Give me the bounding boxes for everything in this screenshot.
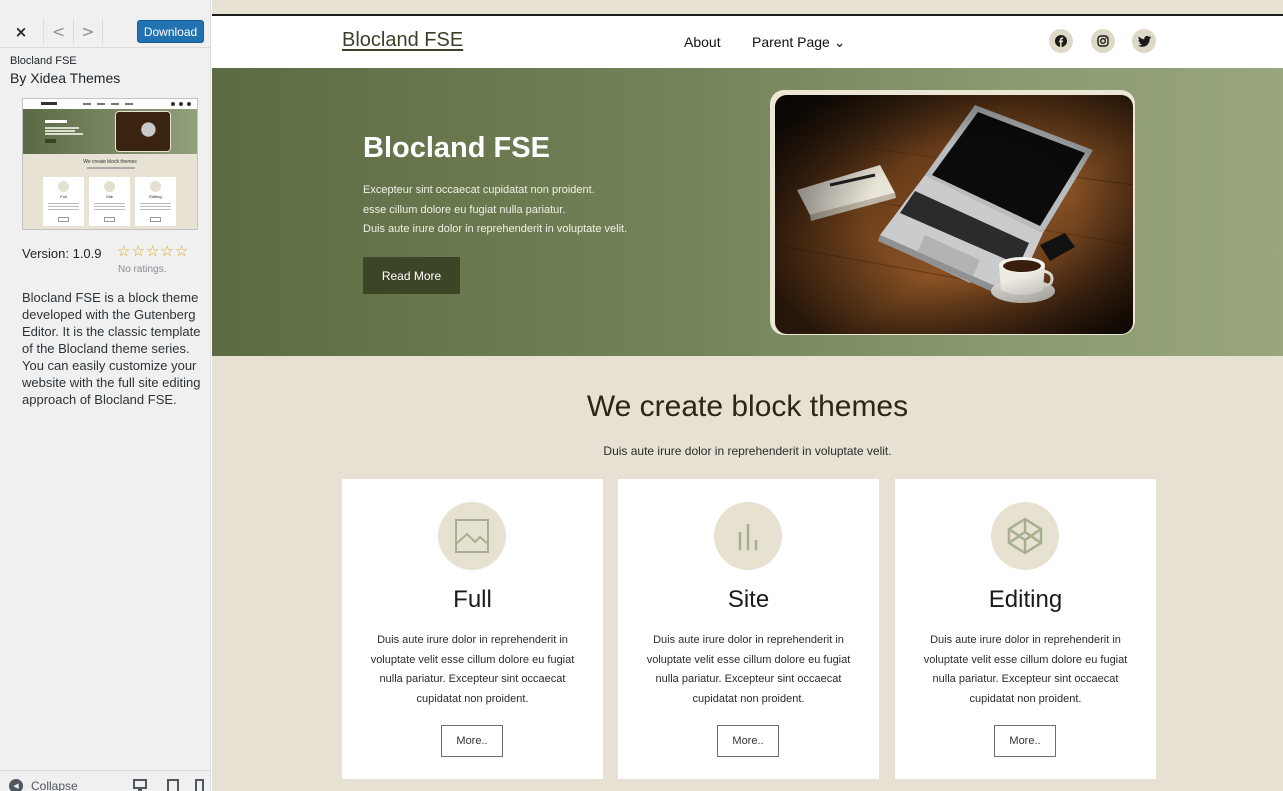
thumb-card-line: [48, 206, 79, 207]
thumb-card-line: [94, 209, 125, 210]
tablet-icon[interactable]: [166, 779, 180, 791]
download-button[interactable]: Download: [137, 20, 204, 43]
thumb-card-line: [140, 206, 171, 207]
thumb-card-button: [150, 217, 161, 222]
thumb-nav-link: [83, 103, 91, 105]
thumb-card-line: [94, 206, 125, 207]
card-title: Full: [453, 586, 492, 613]
hero-image: [770, 90, 1135, 335]
thumb-hero-line: [45, 133, 83, 135]
thumb-nav-link: [97, 103, 105, 105]
thumb-card: Full: [43, 177, 84, 226]
nav-parent-page[interactable]: Parent Page ⌄: [752, 34, 845, 51]
codepen-icon: [991, 502, 1059, 570]
site-title-link[interactable]: Blocland FSE: [342, 29, 463, 52]
thumb-social-dot: [179, 102, 183, 106]
theme-version: Version: 1.0.9: [22, 246, 102, 261]
thumb-card-title: Site: [106, 194, 113, 199]
thumb-hero-image: [115, 111, 171, 152]
site-header: Blocland FSE About Parent Page ⌄: [212, 16, 1283, 68]
hero-text-line: esse cillum dolore eu fugiat nulla paria…: [363, 204, 566, 216]
facebook-icon[interactable]: [1049, 29, 1073, 53]
star-rating: ☆ ☆ ☆ ☆ ☆: [117, 244, 188, 259]
thumb-card-icon: [150, 181, 161, 192]
thumb-nav-link: [111, 103, 119, 105]
star-icon: ☆: [160, 242, 174, 260]
thumb-hero-line: [45, 127, 79, 129]
feature-card: Full Duis aute irure dolor in reprehende…: [342, 479, 603, 779]
thumb-card-line: [48, 209, 79, 210]
instagram-icon[interactable]: [1091, 29, 1115, 53]
theme-description: Blocland FSE is a block theme developed …: [22, 290, 201, 407]
thumb-hero-line: [45, 130, 75, 132]
thumb-card-line: [140, 203, 171, 204]
customizer-sidebar: × < > Download Blocland FSE By Xidea The…: [0, 0, 211, 791]
feature-card: Site Duis aute irure dolor in reprehende…: [618, 479, 879, 779]
theme-author: By Xidea Themes: [10, 70, 121, 86]
thumb-card: Editing: [135, 177, 176, 226]
card-text: Duis aute irure dolor in reprehenderit i…: [646, 634, 851, 705]
twitter-icon[interactable]: [1132, 29, 1156, 53]
section-title: We create block themes: [586, 390, 909, 423]
thumb-card: Site: [89, 177, 130, 226]
card-text: Duis aute irure dolor in reprehenderit i…: [370, 634, 575, 705]
thumb-social-dot: [187, 102, 191, 106]
thumb-nav-link: [125, 103, 133, 105]
thumb-card-line: [94, 203, 125, 204]
collapse-arrow-icon[interactable]: ◀: [9, 779, 23, 791]
section-subtitle: Duis aute irure dolor in reprehenderit i…: [603, 444, 892, 458]
star-icon: ☆: [174, 242, 189, 260]
thumb-logo: [41, 102, 57, 105]
thumb-card-icon: [104, 181, 115, 192]
image-icon: [438, 502, 506, 570]
star-icon: ☆: [131, 242, 145, 260]
theme-name: Blocland FSE: [10, 55, 77, 67]
thumb-card-button: [104, 217, 115, 222]
site-preview: Blocland FSE About Parent Page ⌄ Bloclan…: [212, 0, 1283, 791]
laptop-photo: [775, 95, 1133, 334]
read-more-button[interactable]: Read More: [363, 257, 460, 294]
thumb-social-dot: [171, 102, 175, 106]
thumb-hero-title: [45, 120, 67, 123]
thumb-hero-button: [45, 139, 56, 143]
thumb-card-line: [48, 203, 79, 204]
thumb-section-title: We create block themes: [83, 159, 137, 165]
thumb-section-subtitle: [87, 167, 135, 169]
thumb-card-title: Editing: [149, 194, 162, 199]
sidebar-toolbar: × < > Download: [0, 18, 211, 45]
toolbar-divider: [0, 47, 211, 48]
card-title: Editing: [988, 586, 1063, 613]
thumb-card-title: Full: [60, 194, 67, 199]
thumb-card-line: [140, 209, 171, 210]
ratings-count: No ratings.: [118, 264, 167, 275]
star-icon: ☆: [117, 242, 131, 260]
card-text: Duis aute irure dolor in reprehenderit i…: [923, 634, 1128, 705]
mobile-icon[interactable]: [192, 779, 206, 791]
next-theme-button[interactable]: >: [73, 18, 103, 45]
hero-text-line: Excepteur sint occaecat cupidatat non pr…: [363, 184, 595, 196]
close-button[interactable]: ×: [10, 18, 32, 45]
star-icon: ☆: [145, 242, 160, 260]
hero-text-line: Duis aute irure dolor in reprehenderit i…: [363, 223, 628, 235]
nav-about[interactable]: About: [684, 34, 721, 50]
card-title: Site: [727, 586, 770, 613]
theme-screenshot: We create block themes Full Site Editing: [22, 98, 198, 230]
previous-theme-button[interactable]: <: [43, 18, 73, 45]
hero-title: Blocland FSE: [363, 132, 550, 164]
thumb-card-icon: [58, 181, 69, 192]
desktop-icon[interactable]: [133, 779, 147, 791]
hero-section: Blocland FSE Excepteur sint occaecat cup…: [212, 68, 1283, 356]
more-button[interactable]: More..: [994, 725, 1056, 757]
thumb-card-button: [58, 217, 69, 222]
chart-bars-icon: [714, 502, 782, 570]
more-button[interactable]: More..: [717, 725, 779, 757]
more-button[interactable]: More..: [441, 725, 503, 757]
sidebar-footer: ◀ Collapse: [0, 770, 211, 791]
collapse-button[interactable]: Collapse: [31, 779, 78, 791]
feature-card: Editing Duis aute irure dolor in reprehe…: [895, 479, 1156, 779]
